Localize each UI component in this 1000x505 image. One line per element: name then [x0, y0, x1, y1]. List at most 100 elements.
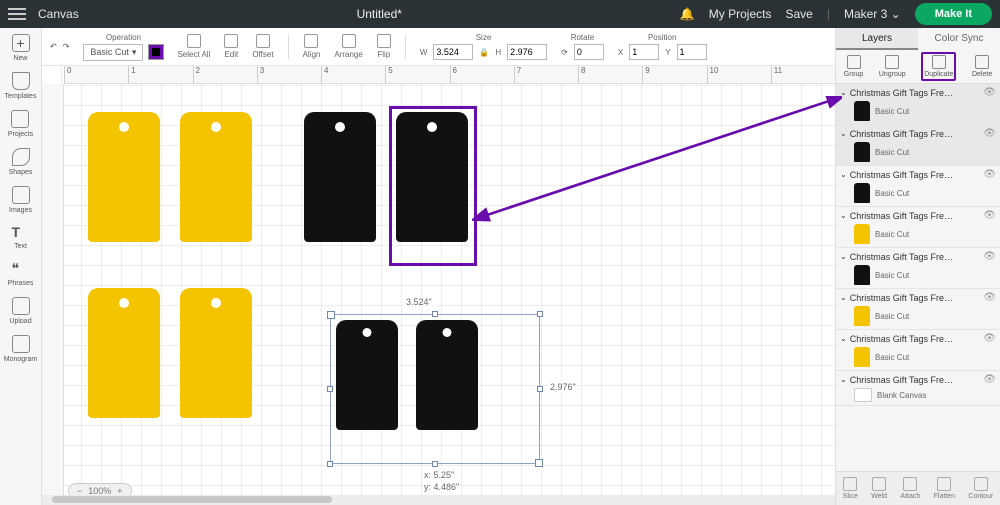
- rotate-icon: ⟳: [561, 48, 568, 57]
- operation-dropdown[interactable]: Basic Cut ▾: [83, 44, 143, 61]
- contour-button[interactable]: Contour: [968, 477, 993, 500]
- canvas[interactable]: 01234567891011: [42, 66, 835, 505]
- scroll-thumb[interactable]: [52, 496, 332, 503]
- layer-item[interactable]: ⌄Christmas Gift Tags Fre…👁 Basic Cut: [836, 248, 1000, 289]
- layer-thumb: [854, 224, 870, 244]
- pos-x-readout: x: 5.25": [422, 470, 456, 480]
- group-button[interactable]: Group: [844, 55, 863, 78]
- visibility-icon[interactable]: 👁: [983, 169, 996, 180]
- selection-box[interactable]: [330, 314, 540, 464]
- sidebar-upload[interactable]: Upload: [9, 297, 31, 325]
- visibility-icon[interactable]: 👁: [983, 210, 996, 221]
- align-icon: [304, 34, 318, 48]
- tab-color-sync[interactable]: Color Sync: [918, 28, 1000, 50]
- rotate-input[interactable]: [574, 44, 604, 60]
- pos-y-readout: y: 4.486": [422, 482, 461, 492]
- tag-tree[interactable]: [88, 288, 160, 418]
- sidebar-monogram[interactable]: Monogram: [4, 335, 37, 363]
- visibility-icon[interactable]: 👁: [983, 87, 996, 98]
- tab-layers[interactable]: Layers: [836, 28, 918, 50]
- document-title[interactable]: Untitled*: [91, 7, 668, 21]
- duplicate-button[interactable]: Duplicate: [921, 52, 956, 81]
- tag-snowflake[interactable]: [88, 112, 160, 242]
- my-projects-link[interactable]: My Projects: [709, 7, 772, 21]
- layer-item[interactable]: ⌄Christmas Gift Tags Fre…👁 Basic Cut: [836, 166, 1000, 207]
- slice-button[interactable]: Slice: [843, 477, 858, 500]
- arrange-button[interactable]: Arrange: [334, 34, 362, 59]
- tag-joy[interactable]: [180, 112, 252, 242]
- layer-item[interactable]: ⌄Christmas Gift Tags Fre…👁 Basic Cut: [836, 125, 1000, 166]
- visibility-icon[interactable]: 👁: [983, 374, 996, 385]
- chevron-down-icon[interactable]: ⌄: [840, 293, 847, 302]
- chevron-down-icon[interactable]: ⌄: [840, 334, 847, 343]
- layer-thumb: [854, 306, 870, 326]
- hamburger-menu[interactable]: [8, 8, 26, 20]
- visibility-icon[interactable]: 👁: [983, 251, 996, 262]
- sidebar-images[interactable]: Images: [9, 186, 32, 214]
- right-panel: Layers Color Sync Group Ungroup Duplicat…: [835, 28, 1000, 505]
- flip-button[interactable]: Flip: [377, 34, 391, 59]
- text-icon: T: [12, 224, 30, 240]
- layers-list: ⌄Christmas Gift Tags Fre…👁 Basic Cut ⌄Ch…: [836, 84, 1000, 471]
- horizontal-scrollbar[interactable]: [42, 495, 835, 505]
- chevron-down-icon[interactable]: ⌄: [840, 375, 847, 384]
- layer-item[interactable]: ⌄Christmas Gift Tags Fre…👁 Basic Cut: [836, 207, 1000, 248]
- left-sidebar: New Templates Projects Shapes Images TTe…: [0, 28, 42, 505]
- ungroup-button[interactable]: Ungroup: [879, 55, 906, 78]
- shapes-icon: [12, 148, 30, 166]
- visibility-icon[interactable]: 👁: [983, 128, 996, 139]
- layer-item[interactable]: ⌄Christmas Gift Tags Fre…👁 Basic Cut: [836, 84, 1000, 125]
- image-icon: [12, 186, 30, 204]
- size-label: Size: [476, 33, 492, 42]
- lock-aspect-icon[interactable]: 🔒: [479, 48, 489, 57]
- visibility-icon[interactable]: 👁: [983, 333, 996, 344]
- save-link[interactable]: Save: [785, 7, 812, 21]
- flatten-icon: [937, 477, 951, 491]
- select-all-icon: [187, 34, 201, 48]
- visibility-icon[interactable]: 👁: [983, 292, 996, 303]
- sidebar-shapes[interactable]: Shapes: [9, 148, 33, 176]
- chevron-down-icon[interactable]: ⌄: [840, 252, 847, 261]
- edit-button[interactable]: Edit: [224, 34, 238, 59]
- phrase-icon: ❝: [12, 260, 30, 277]
- group-icon: [847, 55, 861, 69]
- height-input[interactable]: [507, 44, 547, 60]
- align-button[interactable]: Align: [303, 34, 321, 59]
- layer-item[interactable]: ⌄Christmas Gift Tags Fre…👁 Basic Cut: [836, 330, 1000, 371]
- app-name: Canvas: [38, 7, 79, 21]
- attach-button[interactable]: Attach: [900, 477, 920, 500]
- duplicate-icon: [932, 55, 946, 69]
- layer-thumb: [854, 101, 870, 121]
- contour-icon: [974, 477, 988, 491]
- weld-button[interactable]: Weld: [871, 477, 887, 500]
- tag-black-1[interactable]: [304, 112, 376, 242]
- sidebar-projects[interactable]: Projects: [8, 110, 33, 138]
- delete-button[interactable]: Delete: [972, 55, 992, 78]
- undo-button[interactable]: ↶: [50, 42, 57, 51]
- annotation-highlight-tag: [389, 106, 477, 266]
- tag-merry[interactable]: [180, 288, 252, 418]
- flatten-button[interactable]: Flatten: [934, 477, 955, 500]
- pos-y-input[interactable]: [677, 44, 707, 60]
- layer-thumb: [854, 347, 870, 367]
- bell-icon[interactable]: 🔔: [680, 7, 695, 21]
- layer-item[interactable]: ⌄Christmas Gift Tags Fre…👁 Blank Canvas: [836, 371, 1000, 406]
- make-it-button[interactable]: Make It: [915, 3, 992, 25]
- offset-button[interactable]: Offset: [252, 34, 273, 59]
- redo-button[interactable]: ↷: [63, 42, 70, 51]
- sidebar-text[interactable]: TText: [12, 224, 30, 250]
- sidebar-phrases[interactable]: ❝Phrases: [8, 260, 34, 287]
- layer-item[interactable]: ⌄Christmas Gift Tags Fre…👁 Basic Cut: [836, 289, 1000, 330]
- ungroup-icon: [885, 55, 899, 69]
- select-all-button[interactable]: Select All: [177, 34, 210, 59]
- sidebar-templates[interactable]: Templates: [5, 72, 37, 100]
- annotation-arrow: [472, 96, 842, 236]
- color-swatch[interactable]: [149, 45, 163, 59]
- sidebar-new[interactable]: New: [12, 34, 30, 62]
- attach-icon: [903, 477, 917, 491]
- width-input[interactable]: [433, 44, 473, 60]
- pos-x-input[interactable]: [629, 44, 659, 60]
- machine-selector[interactable]: Maker 3 ⌄: [844, 7, 901, 21]
- position-label: Position: [648, 33, 676, 42]
- plus-icon: [12, 34, 30, 52]
